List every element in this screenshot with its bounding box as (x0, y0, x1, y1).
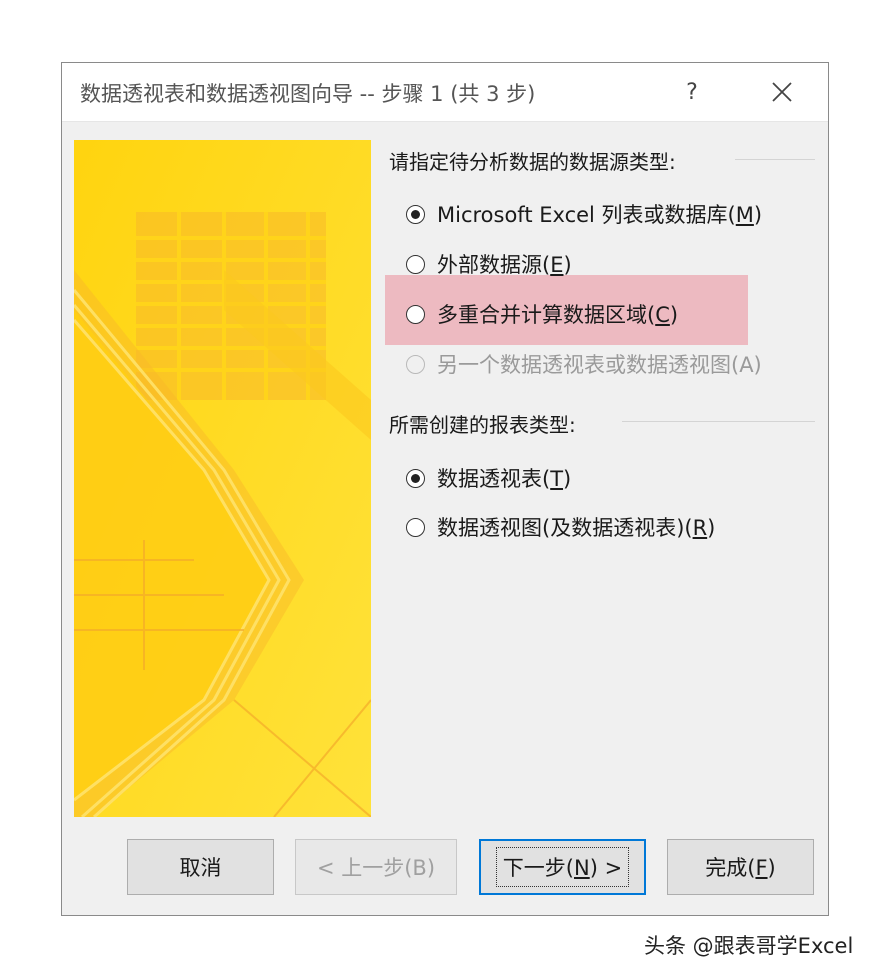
finish-button-label: 完成(F) (705, 856, 776, 880)
help-icon: ? (686, 79, 698, 105)
radio-button[interactable] (406, 468, 425, 488)
back-button: < 上一步(B) (295, 839, 457, 895)
finish-button[interactable]: 完成(F) (667, 839, 814, 895)
cancel-button[interactable]: 取消 (127, 839, 274, 895)
data-source-section-label: 请指定待分析数据的数据源类型: (389, 150, 676, 174)
close-icon (772, 82, 792, 102)
close-button[interactable] (762, 73, 802, 111)
option-label: 多重合并计算数据区域(C) (437, 303, 679, 327)
radio-button[interactable] (406, 517, 425, 537)
section-divider (735, 159, 815, 160)
help-button[interactable]: ? (672, 73, 712, 111)
radio-button (406, 354, 425, 374)
option-label: Microsoft Excel 列表或数据库(M) (437, 203, 763, 227)
option-other-pivot: 另一个数据透视表或数据透视图(A) (406, 348, 762, 380)
next-button[interactable]: 下一步(N) > (479, 839, 646, 895)
option-pivot-table[interactable]: 数据透视表(T) (406, 462, 571, 494)
option-excel-list[interactable]: Microsoft Excel 列表或数据库(M) (406, 198, 762, 230)
option-label: 外部数据源(E) (437, 253, 572, 277)
watermark-text: 头条 @跟表哥学Excel (644, 934, 854, 958)
section-divider (622, 421, 815, 422)
pivot-wizard-dialog: 数据透视表和数据透视图向导 -- 步骤 1 (共 3 步) ? 请指定待分析数据… (61, 62, 829, 916)
option-label: 数据透视图(及数据透视表)(R) (437, 516, 716, 540)
dialog-title: 数据透视表和数据透视图向导 -- 步骤 1 (共 3 步) (80, 82, 536, 106)
title-bar: 数据透视表和数据透视图向导 -- 步骤 1 (共 3 步) ? (62, 63, 828, 122)
radio-button[interactable] (406, 254, 425, 274)
option-multiple-consolidation[interactable]: 多重合并计算数据区域(C) (406, 298, 678, 330)
option-external-source[interactable]: 外部数据源(E) (406, 248, 572, 280)
radio-selected-dot (411, 473, 420, 483)
wizard-banner-image (74, 140, 371, 817)
radio-button[interactable] (406, 304, 425, 324)
wizard-graphic (74, 140, 371, 817)
report-type-section-label: 所需创建的报表类型: (389, 413, 576, 437)
option-pivot-chart[interactable]: 数据透视图(及数据透视表)(R) (406, 511, 715, 543)
radio-selected-dot (411, 209, 420, 219)
next-button-label: 下一步(N) > (495, 847, 630, 887)
option-label: 另一个数据透视表或数据透视图(A) (437, 353, 762, 377)
option-label: 数据透视表(T) (437, 467, 572, 491)
radio-button[interactable] (406, 204, 425, 224)
